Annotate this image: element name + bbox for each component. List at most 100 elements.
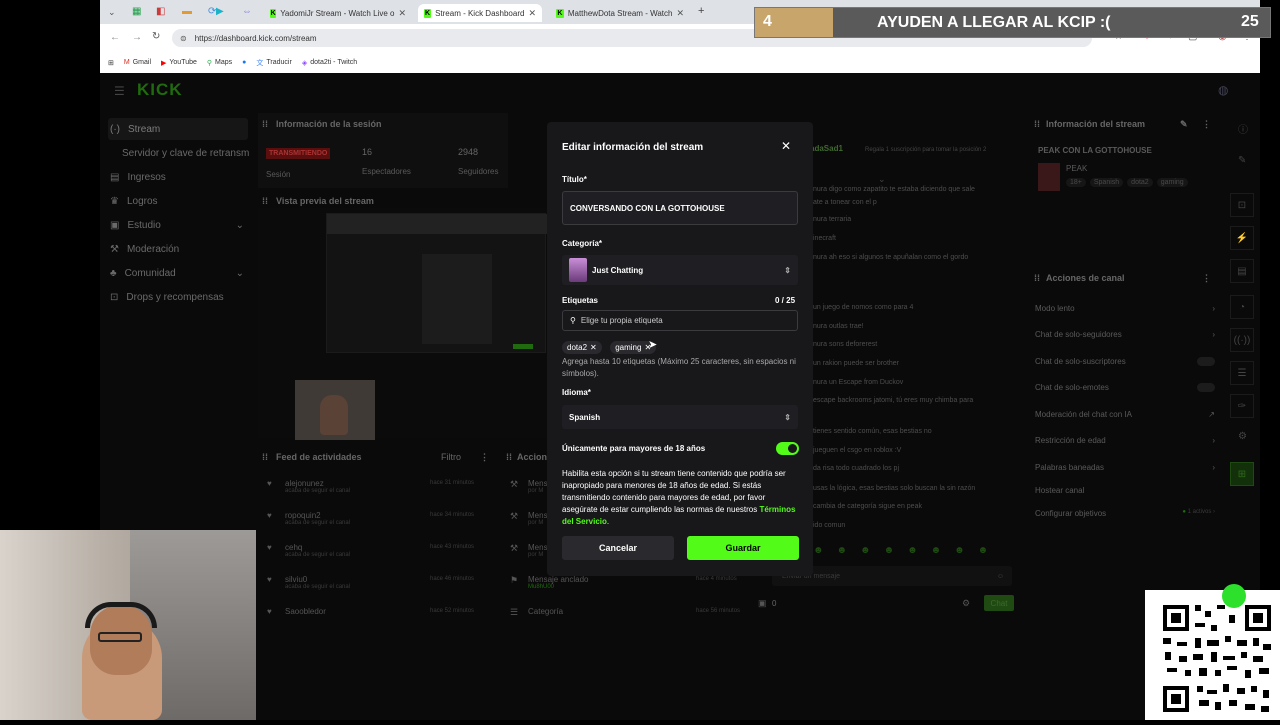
chat-message: nura ah eso si algunos te apuñalan como … [813, 254, 969, 261]
menu-icon[interactable]: ⋮ [1202, 119, 1211, 130]
action-solo-seguidores[interactable]: Chat de solo-seguidores › [1035, 330, 1215, 339]
close-icon[interactable]: ✕ [398, 8, 406, 19]
bookmark-traducir[interactable]: 文 Traducir [256, 58, 291, 68]
sidebar-item-server-key[interactable]: Servidor y clave de retransm [122, 143, 249, 163]
edit-icon[interactable]: ✎ [1238, 155, 1246, 166]
move-icon[interactable]: ⁞⁞ [506, 452, 512, 462]
rail-button-1[interactable]: ⊡ [1230, 193, 1254, 217]
toggle-off[interactable] [1197, 383, 1215, 392]
back-icon[interactable]: ← [110, 32, 120, 43]
action-palabras-baneadas[interactable]: Palabras baneadas › [1035, 463, 1215, 472]
action-restriccion-edad[interactable]: Restricción de edad › [1035, 436, 1215, 445]
hamburger-icon[interactable]: ☰ [114, 84, 125, 98]
feed-item: ♥ alejonunez acaba de seguir el canal [267, 479, 350, 494]
chat-send-button[interactable]: Chat [984, 595, 1014, 611]
chat-message: cambia de categoría sigue en peak [813, 503, 922, 510]
pinned-extension-icon[interactable]: ⇔ [242, 6, 252, 17]
menu-icon[interactable]: ⋮ [480, 452, 489, 463]
action-modo-lento[interactable]: Modo lento › [1035, 304, 1215, 313]
edit-icon[interactable]: ✎ [1180, 119, 1188, 130]
tags-input[interactable]: ⚲ Elige tu propia etiqueta [562, 310, 798, 331]
tag-chip-label: gaming [615, 343, 642, 352]
action-label: Modo lento [1035, 304, 1075, 313]
toggle-off[interactable] [1197, 357, 1215, 366]
wrench-icon[interactable]: ✑ [1230, 394, 1254, 418]
close-icon[interactable]: ✕ [781, 139, 791, 153]
tab-matthewdota[interactable]: K MatthewDota Stream - Watch ✕ [550, 4, 690, 22]
chat-icon[interactable]: ◔ [1230, 295, 1254, 319]
emote-bar[interactable]: ☻☻☻☻☻☻☻☻ [813, 545, 1013, 556]
bookmark-maps[interactable]: ⚲ Maps [207, 59, 232, 67]
sheets-icon[interactable]: ▦ [132, 6, 141, 17]
studio-icon: ▣ [110, 219, 120, 231]
sidebar-item-moderacion[interactable]: ⚒ Moderación [110, 239, 179, 259]
feed-item: ♥ cehq acaba de seguir el canal [267, 543, 350, 558]
close-icon[interactable]: ✕ [676, 8, 684, 19]
move-icon[interactable]: ⁞⁞ [262, 119, 268, 129]
menu-icon[interactable]: ⋮ [1202, 273, 1211, 284]
stream-icon: (·) [110, 123, 120, 135]
remove-tag-icon[interactable]: ✕ [590, 343, 597, 352]
sidebar-item-comunidad[interactable]: ♣ Comunidad ⌄ [110, 263, 244, 283]
document-icon[interactable]: ▤ [1230, 259, 1254, 283]
sidebar-item-ingresos[interactable]: ▤ Ingresos [110, 167, 166, 187]
feed-filter-button[interactable]: Filtro [441, 452, 461, 462]
bookmark-facebook[interactable]: ● [242, 59, 246, 66]
tab-yadomijr[interactable]: K YadomiJr Stream - Watch Live o ✕ [264, 4, 412, 22]
move-icon[interactable]: ⁞⁞ [262, 452, 268, 462]
lightning-icon[interactable]: ⚡ [1230, 226, 1254, 250]
stream-info-title: Información del stream [1046, 119, 1146, 129]
pinned-folder-icon[interactable]: ▬ [182, 6, 192, 17]
feed-item-name: alejonunez [285, 479, 324, 488]
action-moderacion-ia[interactable]: Moderación del chat con IA ↗ [1035, 410, 1215, 419]
action-hostear-canal[interactable]: Hostear canal [1035, 486, 1215, 495]
pinned-app-icon[interactable]: ◧ [156, 6, 165, 17]
forward-icon[interactable]: → [132, 32, 142, 43]
feed-item: ♥ Saoobledor [267, 607, 326, 616]
tab-list-icon[interactable]: ⌄ [108, 7, 116, 18]
stack-icon[interactable]: ☰ [1230, 361, 1254, 385]
chevron-down-icon[interactable]: ⌄ [878, 174, 886, 185]
notification-dot [1222, 584, 1246, 608]
info-icon[interactable]: ⓘ [1238, 121, 1248, 136]
mature-toggle[interactable] [776, 442, 799, 455]
sidebar-item-label: Ingresos [127, 171, 166, 183]
category-select[interactable]: Just Chatting ⇕ [562, 255, 798, 285]
sidebar-item-stream[interactable]: (·) Stream [110, 119, 160, 139]
close-icon[interactable]: ✕ [528, 8, 536, 19]
reload-icon[interactable]: ↻ [152, 31, 160, 42]
broadcast-icon[interactable]: ((·)) [1230, 328, 1254, 352]
emoji-icon[interactable]: ☺ [997, 573, 1004, 580]
settings-gear-icon[interactable]: ⚙ [962, 598, 970, 609]
play-icon[interactable]: ▶ [216, 6, 224, 17]
move-icon[interactable]: ⁞⁞ [1034, 273, 1040, 283]
title-input[interactable]: CONVERSANDO CON LA GOTTOHOUSE [562, 191, 798, 225]
tab-kick-dashboard[interactable]: K Stream - Kick Dashboard ✕ [418, 4, 542, 22]
action-solo-suscriptores[interactable]: Chat de solo-suscriptores [1035, 357, 1215, 366]
kick-logo[interactable]: KICK [137, 80, 183, 100]
user-avatar[interactable]: ◍ [1218, 83, 1228, 97]
language-select[interactable]: Spanish ⇕ [562, 405, 798, 429]
site-info-icon[interactable]: ⊜ [180, 34, 187, 43]
preview-button [513, 344, 533, 349]
bookmark-gmail[interactable]: M Gmail [124, 59, 151, 66]
stream-preview[interactable] [258, 208, 548, 440]
move-icon[interactable]: ⁞⁞ [1034, 119, 1040, 129]
new-tab-icon[interactable]: + [698, 5, 704, 17]
sidebar-item-logros[interactable]: ♛ Logros [110, 191, 158, 211]
chat-message: nura outlas trae! [813, 323, 864, 330]
action-label: Moderación del chat con IA [1035, 410, 1132, 419]
action-configurar-objetivos[interactable]: Configurar objetivos ● 1 activos › [1035, 509, 1215, 518]
chat-message: nura sons deforerest [813, 341, 878, 348]
sidebar-item-estudio[interactable]: ▣ Estudio ⌄ [110, 215, 244, 235]
sidebar-item-drops[interactable]: ⊡ Drops y recompensas [110, 287, 224, 307]
save-button[interactable]: Guardar [687, 536, 799, 560]
share-icon[interactable]: ⚙ [1238, 431, 1247, 442]
cancel-button[interactable]: Cancelar [562, 536, 674, 560]
action-solo-emotes[interactable]: Chat de solo-emotes [1035, 383, 1215, 392]
add-widget-button[interactable]: ⊞ [1230, 462, 1254, 486]
bookmark-youtube[interactable]: ▶ YouTube [161, 59, 197, 67]
move-icon[interactable]: ⁞⁞ [262, 196, 268, 206]
bookmark-dota2ti[interactable]: ◈ dota2ti - Twitch [302, 59, 357, 67]
apps-icon[interactable]: ⊞ [108, 59, 114, 67]
